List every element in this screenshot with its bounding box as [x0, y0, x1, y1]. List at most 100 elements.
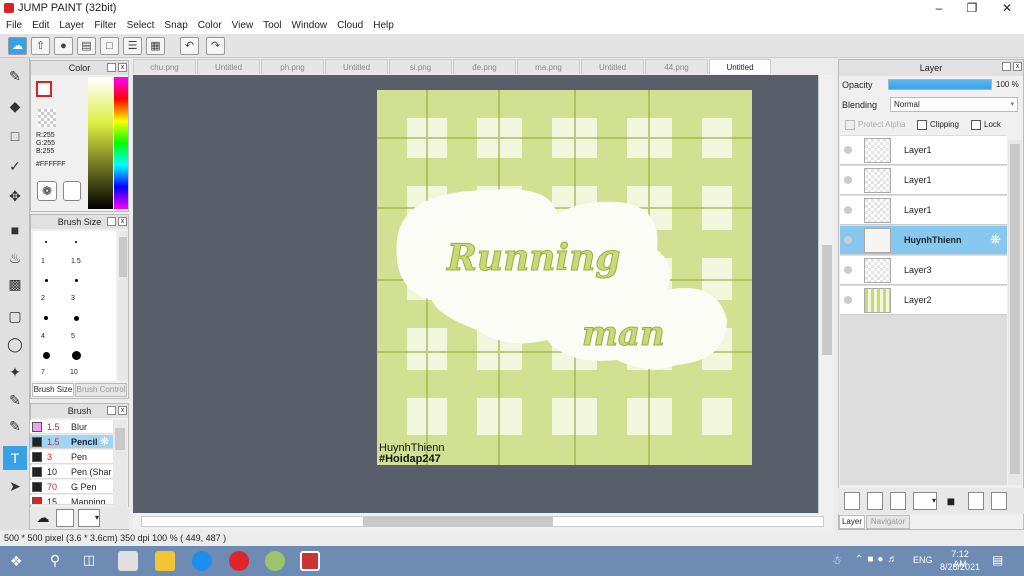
scroll-thumb[interactable]	[115, 428, 125, 450]
menu-help[interactable]: Help	[373, 17, 394, 34]
menu-tool[interactable]: Tool	[263, 17, 281, 34]
tab-document[interactable]: Untitled	[325, 59, 388, 74]
size-dot[interactable]	[43, 352, 50, 359]
gradient-tool-icon[interactable]: ▩	[3, 272, 27, 296]
layer-add-menu-icon[interactable]: ▾	[913, 492, 937, 510]
rect-select-tool-icon[interactable]: ▢	[3, 304, 27, 328]
folder-icon[interactable]: ■	[942, 492, 960, 510]
panel-float-icon[interactable]	[107, 217, 116, 226]
canvas-vertical-scrollbar[interactable]	[818, 75, 834, 513]
visibility-icon[interactable]	[844, 266, 852, 274]
minimize-icon[interactable]: –	[922, 0, 956, 17]
clipping-checkbox[interactable]	[917, 120, 927, 130]
eraser-tool-icon[interactable]: ◆	[3, 94, 27, 118]
notification-icon[interactable]: ▤	[992, 553, 1008, 568]
new-layer-icon[interactable]	[844, 492, 860, 510]
tab-layer[interactable]: Layer	[839, 515, 865, 529]
tray-status-icons[interactable]: ⌃■●♬	[855, 554, 901, 565]
fill-rect-tool-icon[interactable]: ■	[3, 218, 27, 242]
panel-close-icon[interactable]: x	[118, 63, 127, 72]
brush-item-g-pen[interactable]: 70 G Pen	[30, 480, 113, 494]
bucket-tool-icon[interactable]: ♨	[3, 246, 27, 270]
panel-close-icon[interactable]: x	[1013, 62, 1022, 71]
primary-color-swatch[interactable]	[36, 81, 52, 97]
canvas-horizontal-scrollbar[interactable]	[133, 513, 833, 530]
layer-row[interactable]: Layer1	[840, 136, 1007, 165]
comment-icon[interactable]: ●	[54, 37, 73, 55]
duplicate-layer-icon[interactable]	[968, 492, 984, 510]
size-dot[interactable]	[75, 241, 77, 243]
panel-float-icon[interactable]	[107, 63, 116, 72]
artwork-canvas[interactable]: Running man HuynhThienn #Hoidap247	[377, 90, 752, 465]
palette-icon[interactable]: ❁	[37, 181, 57, 201]
scroll-thumb[interactable]	[822, 245, 832, 355]
panel-close-icon[interactable]: x	[118, 217, 127, 226]
app-icon[interactable]	[265, 551, 285, 571]
menu-select[interactable]: Select	[127, 17, 155, 34]
chat-icon[interactable]: ▤	[77, 37, 96, 55]
menu-cloud[interactable]: Cloud	[337, 17, 363, 34]
visibility-icon[interactable]	[844, 176, 852, 184]
menu-view[interactable]: View	[232, 17, 254, 34]
tab-document[interactable]: si.png	[389, 59, 452, 74]
redo-icon[interactable]: ↷	[206, 37, 225, 55]
canvas-area[interactable]: Running man HuynhThienn #Hoidap247	[133, 75, 818, 513]
hue-slider[interactable]	[114, 77, 128, 209]
menu-filter[interactable]: Filter	[94, 17, 116, 34]
app-icon[interactable]	[118, 551, 138, 571]
blending-select[interactable]: Normal ▾	[890, 97, 1018, 112]
tab-document-active[interactable]: Untitled	[709, 59, 771, 74]
menu-file[interactable]: File	[6, 17, 22, 34]
jump-paint-icon[interactable]	[300, 551, 320, 571]
tab-navigator[interactable]: Navigator	[866, 515, 910, 529]
brush-size-scrollbar[interactable]	[118, 231, 128, 381]
list-icon[interactable]: ☰	[123, 37, 142, 55]
size-dot[interactable]	[45, 241, 47, 243]
visibility-icon[interactable]	[844, 206, 852, 214]
windows-start-icon[interactable]: ❖	[10, 554, 24, 568]
tab-document[interactable]: Untitled	[197, 59, 260, 74]
magic-wand-tool-icon[interactable]: ✦	[3, 360, 27, 384]
menu-color[interactable]: Color	[198, 17, 222, 34]
menu-layer[interactable]: Layer	[59, 17, 84, 34]
size-dot[interactable]	[45, 279, 48, 282]
tray-people-icon[interactable]: ☃	[832, 554, 842, 567]
layer-row[interactable]: Layer3	[840, 256, 1007, 285]
new-8bit-layer-icon[interactable]	[890, 492, 906, 510]
brush-item-pen-sharp[interactable]: 10 Pen (Shar	[30, 465, 113, 479]
share-icon[interactable]: ⇧	[31, 37, 50, 55]
brush-menu-icon[interactable]: ▾	[78, 509, 100, 527]
close-icon[interactable]: ✕	[990, 0, 1024, 17]
new-brush-icon[interactable]	[56, 509, 74, 527]
layer-row-selected[interactable]: HuynhThienn ❋	[840, 226, 1007, 255]
brush-item-pen[interactable]: 3 Pen	[30, 450, 113, 464]
tab-document[interactable]: Untitled	[581, 59, 644, 74]
brush-settings-icon[interactable]: ❋	[100, 435, 109, 449]
undo-icon[interactable]: ↶	[180, 37, 199, 55]
tab-document[interactable]: đe.png	[453, 59, 516, 74]
lasso-tool-icon[interactable]: ◯	[3, 332, 27, 356]
size-dot[interactable]	[44, 316, 48, 320]
page-icon[interactable]: □	[100, 37, 119, 55]
tab-brush-size[interactable]: Brush Size	[32, 383, 74, 397]
color-saturation-picker[interactable]	[88, 77, 113, 209]
scroll-thumb[interactable]	[1010, 144, 1020, 474]
panel-close-icon[interactable]: x	[118, 406, 127, 415]
brush-item-blur[interactable]: 1.5 Blur	[30, 420, 113, 434]
select-pen-tool-icon[interactable]: ✎	[3, 388, 27, 412]
scroll-thumb[interactable]	[119, 237, 127, 277]
move-tool-icon[interactable]: ✥	[3, 184, 27, 208]
merge-layer-icon[interactable]	[991, 492, 1007, 510]
protect-alpha-checkbox[interactable]	[845, 120, 855, 130]
size-dot[interactable]	[72, 351, 81, 360]
tab-document[interactable]: chu.png	[133, 59, 196, 74]
menu-snap[interactable]: Snap	[164, 17, 187, 34]
selection-tool-icon[interactable]: □	[3, 124, 27, 148]
size-dot[interactable]	[75, 279, 78, 282]
opera-icon[interactable]	[229, 551, 249, 571]
menu-window[interactable]: Window	[292, 17, 328, 34]
tab-document[interactable]: ph.png	[261, 59, 324, 74]
visibility-icon[interactable]	[844, 296, 852, 304]
tab-brush-control[interactable]: Brush Control	[75, 383, 127, 397]
opacity-slider[interactable]	[888, 79, 992, 90]
